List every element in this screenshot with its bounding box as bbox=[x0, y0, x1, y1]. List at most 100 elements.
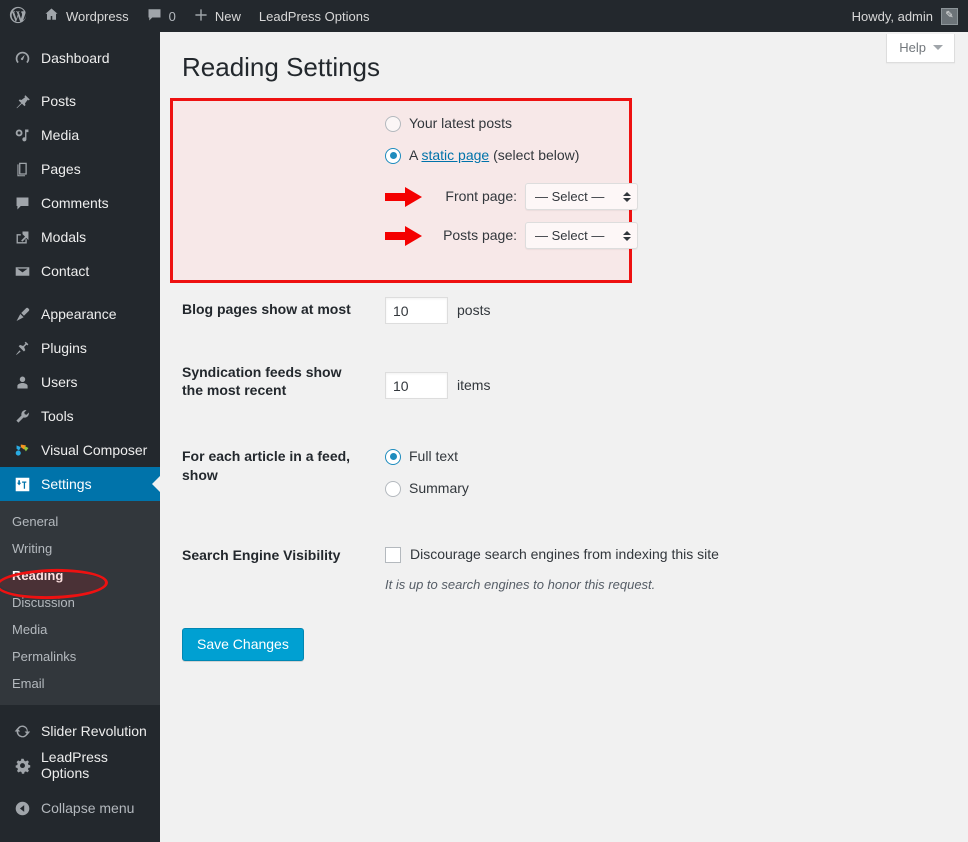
discourage-search-engines-checkbox[interactable] bbox=[385, 546, 401, 563]
site-name-button[interactable]: Wordpress bbox=[35, 0, 138, 32]
discourage-search-engines-checkbox-row[interactable]: Discourage search engines from indexing … bbox=[385, 544, 958, 565]
label-search-visibility: Search Engine Visibility bbox=[182, 547, 341, 564]
sidebar-item-posts[interactable]: Posts bbox=[0, 84, 160, 118]
radio-latest-posts-label: Your latest posts bbox=[409, 115, 512, 131]
sidebar-gap-4 bbox=[0, 782, 160, 791]
sidebar-item-label: Tools bbox=[41, 408, 74, 424]
envelope-icon bbox=[12, 261, 32, 281]
sidebar-item-contact[interactable]: Contact bbox=[0, 254, 160, 288]
sidebar-gap-1 bbox=[0, 75, 160, 84]
red-arrow-right-icon bbox=[385, 225, 423, 247]
submenu-item-reading[interactable]: Reading bbox=[0, 562, 160, 589]
search-visibility-note: It is up to search engines to honor this… bbox=[385, 577, 656, 593]
account-area[interactable]: Howdy, admin ✎ bbox=[851, 7, 968, 25]
collapse-menu-button[interactable]: Collapse menu bbox=[0, 791, 160, 825]
wordpress-logo-icon bbox=[9, 6, 27, 27]
comments-button[interactable]: 0 bbox=[138, 0, 185, 32]
comment-bubble-icon bbox=[12, 193, 32, 213]
sidebar-item-comments[interactable]: Comments bbox=[0, 186, 160, 220]
avatar[interactable]: ✎ bbox=[941, 7, 958, 25]
sidebar-item-label: Modals bbox=[41, 229, 87, 245]
label-feed-article: For each article in a feed, show bbox=[182, 448, 351, 483]
submenu-item-discussion[interactable]: Discussion bbox=[0, 589, 160, 616]
radio-summary-label: Summary bbox=[409, 480, 469, 497]
sidebar-item-visual-composer[interactable]: Visual Composer bbox=[0, 433, 160, 467]
submenu-item-writing[interactable]: Writing bbox=[0, 535, 160, 562]
posts-page-label: Posts page: bbox=[443, 227, 517, 243]
row-search-visibility: Search Engine Visibility Discourage sear… bbox=[160, 514, 968, 610]
radio-full-text[interactable]: Full text bbox=[385, 446, 958, 467]
sidebar-item-appearance[interactable]: Appearance bbox=[0, 297, 160, 331]
sidebar-item-label: LeadPress Options bbox=[41, 749, 108, 781]
syndication-input[interactable] bbox=[385, 372, 448, 399]
save-changes-button[interactable]: Save Changes bbox=[182, 627, 304, 661]
page-title: Reading Settings bbox=[182, 52, 381, 82]
sidebar-item-label: Pages bbox=[41, 161, 81, 177]
site-name-label: Wordpress bbox=[66, 8, 129, 24]
row-feed-article: For each article in a feed, show Full te… bbox=[160, 419, 968, 514]
submenu-item-general[interactable]: General bbox=[0, 508, 160, 535]
admin-bar: Wordpress 0 New LeadPress Options Howdy,… bbox=[0, 0, 968, 32]
posts-page-select[interactable]: — Select — bbox=[525, 222, 638, 249]
sidebar-item-label: Posts bbox=[41, 93, 77, 109]
comment-bubble-icon bbox=[147, 7, 162, 25]
sidebar-item-settings[interactable]: Settings bbox=[0, 467, 160, 501]
plus-icon bbox=[194, 8, 208, 25]
front-page-select[interactable]: — Select — bbox=[525, 183, 638, 210]
wordpress-logo-button[interactable] bbox=[0, 0, 35, 32]
user-icon bbox=[12, 372, 32, 392]
leadpress-options-button[interactable]: LeadPress Options bbox=[250, 0, 379, 32]
submenu-item-media[interactable]: Media bbox=[0, 616, 160, 643]
chevron-down-icon bbox=[933, 45, 943, 50]
radio-your-latest-posts[interactable]: Your latest posts bbox=[385, 113, 958, 134]
label-syndication-feeds: Syndication feeds show the most recent bbox=[182, 364, 342, 399]
sidebar-item-dashboard[interactable]: Dashboard bbox=[0, 41, 160, 75]
sidebar-item-plugins[interactable]: Plugins bbox=[0, 331, 160, 365]
sidebar-item-leadpress-options[interactable]: LeadPress Options bbox=[0, 748, 160, 782]
settings-sliders-icon bbox=[12, 474, 32, 494]
submenu-item-email[interactable]: Email bbox=[0, 670, 160, 697]
sidebar-item-pages[interactable]: Pages bbox=[0, 152, 160, 186]
radio-static-page-label: A static page (select below) bbox=[409, 145, 579, 166]
admin-sidebar: Dashboard Posts Media Pages Comments Mod… bbox=[0, 32, 160, 842]
sidebar-item-modals[interactable]: Modals bbox=[0, 220, 160, 254]
cell-feed-article: Full text Summary bbox=[375, 419, 968, 514]
sidebar-item-label: Comments bbox=[41, 195, 109, 211]
plug-icon bbox=[12, 338, 32, 358]
sidebar-gap-2 bbox=[0, 288, 160, 297]
sidebar-item-label: Appearance bbox=[41, 306, 117, 322]
sidebar-item-users[interactable]: Users bbox=[0, 365, 160, 399]
sidebar-gap-3 bbox=[0, 705, 160, 714]
slider-revolution-icon bbox=[12, 721, 32, 741]
submenu-item-permalinks[interactable]: Permalinks bbox=[0, 643, 160, 670]
help-button[interactable]: Help bbox=[886, 34, 955, 63]
blog-pages-input[interactable] bbox=[385, 297, 448, 324]
front-page-label: Front page: bbox=[445, 188, 517, 204]
gear-icon bbox=[12, 755, 32, 775]
sidebar-item-label: Contact bbox=[41, 263, 90, 279]
radio-summary-indicator bbox=[385, 480, 401, 497]
help-label: Help bbox=[899, 40, 926, 55]
front-page-select-row: Front page: — Select — bbox=[385, 183, 958, 210]
syndication-unit: items bbox=[457, 377, 491, 393]
wrench-icon bbox=[12, 406, 32, 426]
sidebar-item-slider-revolution[interactable]: Slider Revolution bbox=[0, 714, 160, 748]
radio-summary[interactable]: Summary bbox=[385, 478, 958, 499]
howdy-label: Howdy, admin bbox=[851, 8, 933, 24]
select-spinner-icon bbox=[623, 191, 631, 202]
sidebar-item-label: Visual Composer bbox=[41, 442, 148, 458]
sidebar-item-label: Media bbox=[41, 127, 80, 143]
radio-full-text-label: Full text bbox=[409, 448, 459, 465]
new-content-button[interactable]: New bbox=[185, 0, 250, 32]
radio-latest-posts-indicator bbox=[385, 115, 401, 132]
sidebar-item-tools[interactable]: Tools bbox=[0, 399, 160, 433]
sidebar-item-media[interactable]: Media bbox=[0, 118, 160, 152]
select-spinner-icon bbox=[623, 230, 631, 241]
settings-submenu: General Writing Reading Discussion Media… bbox=[0, 501, 160, 705]
visual-composer-icon bbox=[12, 440, 32, 460]
sidebar-item-label: Dashboard bbox=[41, 50, 110, 66]
avatar-pencil-icon: ✎ bbox=[945, 10, 954, 21]
radio-static-page-indicator bbox=[385, 147, 401, 164]
static-page-link[interactable]: static page bbox=[421, 147, 489, 163]
radio-a-static-page[interactable]: A static page (select below) bbox=[385, 145, 958, 166]
